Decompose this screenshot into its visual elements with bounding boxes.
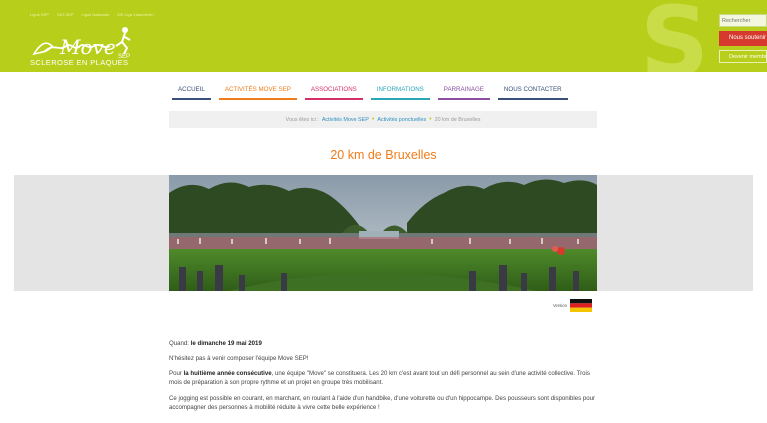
page-title: 20 km de Bruxelles bbox=[330, 148, 437, 162]
top-link-ligue-nationale[interactable]: Ligue Nationale bbox=[82, 12, 110, 17]
nav-item-parrainage[interactable]: PARRAINAGE bbox=[437, 84, 490, 100]
logo-tagline: SCLEROSE EN PLAQUES bbox=[30, 58, 129, 67]
decorative-s-shape: S bbox=[640, 0, 710, 72]
event-date-value: le dimanche 19 mai 2019 bbox=[190, 340, 262, 347]
paragraph-intro: N'hésitez pas à venir composer l'équipe … bbox=[169, 355, 309, 363]
breadcrumb-link-ponctuelles[interactable]: Activités ponctuelles bbox=[377, 117, 426, 123]
nav-item-informations[interactable]: INFORMATIONS bbox=[370, 84, 430, 100]
version-label: Version bbox=[553, 303, 567, 308]
breadcrumb-prefix: Vous êtes ici : bbox=[285, 116, 319, 123]
german-flag-icon[interactable] bbox=[569, 299, 592, 312]
nav-item-associations[interactable]: ASSOCIATIONS bbox=[304, 84, 363, 100]
breadcrumb-separator-icon: • bbox=[371, 116, 375, 123]
nav-item-contact[interactable]: NOUS CONTACTER bbox=[497, 84, 568, 100]
top-link-ms-liga[interactable]: MS Liga Vlaanderen bbox=[117, 12, 153, 17]
hero-photo-crowd-park bbox=[169, 175, 597, 291]
site-header: S Ligue SEP SAT-SEP Ligue Nationale MS L… bbox=[0, 0, 767, 72]
top-links: Ligue SEP SAT-SEP Ligue Nationale MS Lig… bbox=[30, 12, 154, 17]
become-member-button[interactable]: Devenir membre bbox=[719, 50, 767, 63]
main-nav: ACCUEIL ACTIVITÉS MOVE SEP ASSOCIATIONS … bbox=[172, 84, 576, 100]
paragraph-team: Pour la huitième année consécutive, une … bbox=[169, 370, 590, 387]
nav-item-accueil[interactable]: ACCUEIL bbox=[172, 84, 211, 100]
paragraph-jogging: Ce jogging est possible en courant, en m… bbox=[169, 394, 596, 411]
breadcrumb-link-activites[interactable]: Activités Move SEP bbox=[322, 117, 369, 123]
nav-item-activites[interactable]: ACTIVITÉS MOVE SEP bbox=[218, 84, 297, 100]
language-version[interactable]: Version bbox=[553, 299, 592, 312]
top-link-sat-sep[interactable]: SAT-SEP bbox=[57, 12, 74, 17]
breadcrumb-separator-icon: • bbox=[429, 116, 432, 123]
event-date: Quand: le dimanche 19 mai 2019 bbox=[169, 340, 262, 347]
support-button[interactable]: Nous soutenir bbox=[719, 31, 767, 46]
search-input[interactable] bbox=[719, 14, 767, 27]
top-link-ligue-sep[interactable]: Ligue SEP bbox=[30, 12, 49, 17]
breadcrumb-current: 20 km de Bruxelles bbox=[434, 116, 481, 123]
svg-text:Move: Move bbox=[59, 35, 116, 59]
article-body: Quand: le dimanche 19 mai 2019 N'hésitez… bbox=[169, 339, 597, 418]
breadcrumb: Vous êtes ici : Activités Move SEP • Act… bbox=[169, 111, 597, 128]
